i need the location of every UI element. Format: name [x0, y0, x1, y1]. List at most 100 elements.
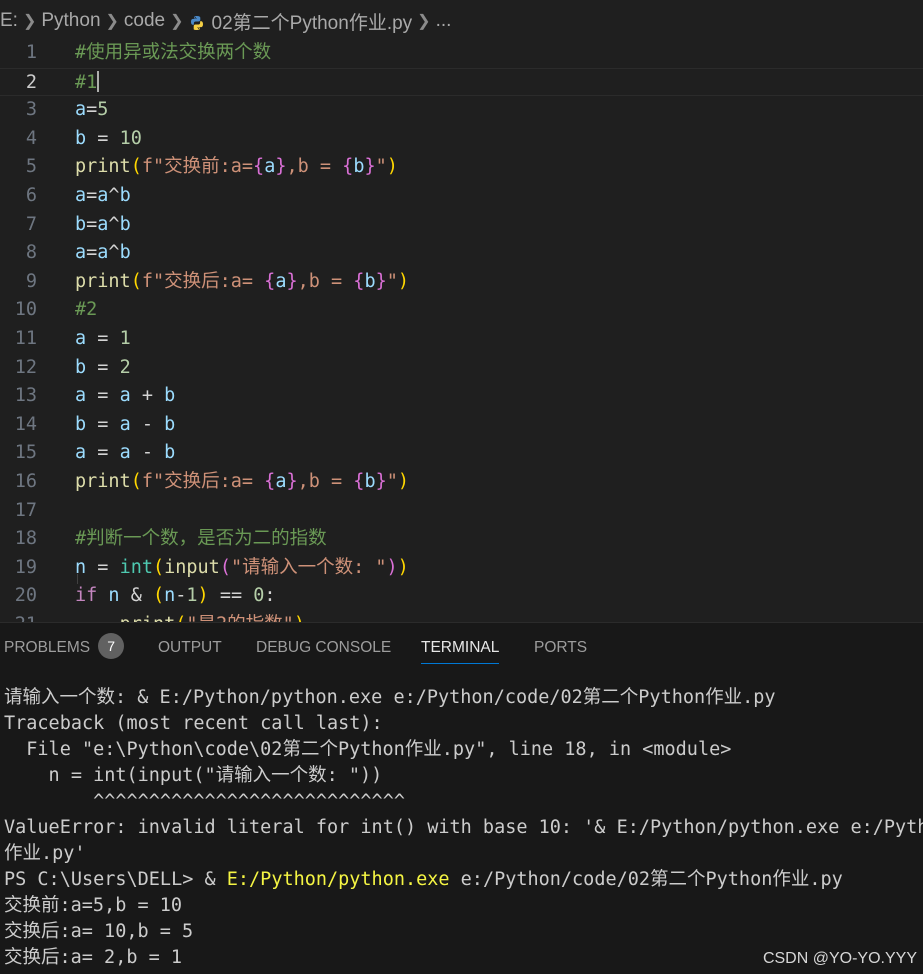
code-token: ) — [294, 614, 305, 622]
code-line[interactable]: 3 a=5 — [0, 96, 923, 125]
code-line[interactable]: 15 a = a - b — [0, 439, 923, 468]
code-line[interactable]: 12 b = 2 — [0, 354, 923, 383]
code-text: b = 2 — [75, 354, 131, 383]
code-token: - — [130, 413, 165, 435]
breadcrumb-file[interactable]: 02第二个Python作业.py — [189, 8, 412, 35]
code-line[interactable]: 10 #2 — [0, 296, 923, 325]
code-line[interactable]: 4 b = 10 — [0, 125, 923, 154]
code-line[interactable]: 17 — [0, 497, 923, 526]
tab-ports[interactable]: PORTS — [534, 623, 587, 673]
code-token: b — [164, 442, 176, 464]
code-line[interactable]: 19 n = int(input("请输入一个数: ")) — [0, 554, 923, 583]
code-token: f"交换后:a= — [141, 471, 265, 492]
code-token: a — [119, 413, 131, 435]
code-line[interactable]: 1 #使用异或法交换两个数 — [0, 40, 923, 68]
tab-terminal[interactable]: TERMINAL — [421, 623, 500, 673]
code-token: b — [119, 242, 131, 264]
code-token: ^ — [108, 213, 120, 235]
line-number: 18 — [14, 528, 37, 550]
code-token: } — [375, 270, 387, 292]
code-token: 2 — [119, 356, 131, 378]
code-token: print — [120, 614, 176, 622]
code-token: 1 — [186, 585, 198, 607]
line-number: 3 — [25, 99, 37, 121]
code-token: { — [264, 471, 276, 492]
code-line[interactable]: 7 b=a^b — [0, 211, 923, 240]
code-text: #2 — [75, 296, 97, 325]
code-token: print — [75, 471, 131, 492]
code-token: ( — [130, 270, 142, 292]
tab-problems-label: PROBLEMS — [4, 639, 91, 656]
code-token: ( — [152, 556, 165, 578]
code-token: ( — [130, 471, 142, 492]
code-token: " — [375, 156, 387, 178]
code-token: = — [86, 127, 120, 149]
code-line[interactable]: 2 #1 — [0, 67, 923, 97]
code-token: a — [97, 242, 109, 264]
code-token: #2 — [75, 299, 98, 321]
terminal-line: n = int(input("请输入一个数: ")) — [4, 765, 383, 786]
code-token: ( — [152, 585, 165, 607]
code-token: f"交换前:a= — [141, 156, 254, 178]
code-token: ,b = — [297, 270, 354, 292]
breadcrumb-folder-python[interactable]: Python — [41, 10, 100, 32]
tab-problems[interactable]: PROBLEMS 7 — [4, 623, 125, 673]
tab-output[interactable]: OUTPUT — [158, 623, 222, 673]
panel-tab-bar: PROBLEMS 7 OUTPUT DEBUG CONSOLE TERMINAL … — [0, 623, 923, 673]
code-token: a — [275, 270, 287, 292]
code-token: { — [342, 156, 354, 178]
breadcrumb-drive[interactable]: E: — [0, 10, 18, 32]
code-token: a — [275, 471, 287, 492]
code-line[interactable]: 20 if n & (n-1) == 0: — [0, 582, 923, 611]
code-line[interactable]: 16 print(f"交换后:a= {a},b = {b}") — [0, 468, 923, 497]
tab-debug-console-label: DEBUG CONSOLE — [256, 639, 392, 656]
code-token: ,b = — [297, 471, 354, 492]
code-line[interactable]: 21 print("是2的指数") — [0, 611, 923, 622]
tab-debug-console[interactable]: DEBUG CONSOLE — [256, 623, 391, 673]
breadcrumb-more[interactable]: ... — [436, 10, 452, 32]
code-token: a — [119, 442, 131, 464]
code-token: ) — [386, 156, 398, 178]
code-token: ) — [386, 556, 398, 578]
code-token: } — [286, 471, 298, 492]
code-token: input — [164, 556, 220, 578]
line-number: 14 — [14, 413, 37, 435]
code-editor[interactable]: 1 #使用异或法交换两个数 2 #1 3 a=5 4 b = 10 5 print(f"交换前:a… — [0, 40, 923, 622]
code-line[interactable]: 13 a = a + b — [0, 382, 923, 411]
code-token: a — [75, 242, 87, 264]
code-token: int — [119, 556, 153, 578]
code-token: a — [119, 385, 131, 407]
code-text: print(f"交换前:a={a},b = {b}") — [75, 153, 398, 182]
code-token: : — [264, 585, 276, 607]
line-number: 12 — [14, 356, 37, 378]
code-line[interactable]: 6 a=a^b — [0, 182, 923, 211]
code-token: ( — [175, 614, 186, 622]
code-token: b — [364, 270, 376, 292]
code-text: a=a^b — [75, 239, 131, 268]
code-token: b — [75, 127, 87, 149]
code-line[interactable]: 11 a = 1 — [0, 325, 923, 354]
code-line[interactable]: 14 b = a - b — [0, 411, 923, 440]
terminal[interactable]: 请输入一个数: & E:/Python/python.exe e:/Python… — [0, 673, 923, 974]
line-number: 13 — [14, 385, 37, 407]
code-token: a — [97, 185, 109, 206]
watermark: CSDN @YO-YO.YYY — [762, 950, 917, 967]
code-line[interactable]: 9 print(f"交换后:a= {a},b = {b}") — [0, 268, 923, 297]
code-line[interactable]: 8 a=a^b — [0, 239, 923, 268]
line-number: 5 — [25, 156, 37, 178]
code-line[interactable]: 5 print(f"交换前:a={a},b = {b}") — [0, 153, 923, 182]
code-line[interactable]: 18 #判断一个数，是否为二的指数 — [0, 525, 923, 554]
terminal-line: 交换后:a= 2,b = 1 — [4, 947, 183, 968]
code-token: 5 — [97, 99, 109, 121]
code-text: a = a - b — [75, 439, 175, 468]
code-token: ) — [397, 471, 409, 492]
code-token: #1 — [75, 71, 98, 93]
line-number: 15 — [14, 442, 37, 464]
code-token: b — [164, 413, 176, 435]
breadcrumb-folder-code[interactable]: code — [124, 10, 165, 32]
code-text: if n & (n-1) == 0: — [75, 582, 276, 611]
terminal-exe-path: E:/Python/python.exe — [226, 869, 450, 890]
code-token: ( — [219, 556, 231, 578]
